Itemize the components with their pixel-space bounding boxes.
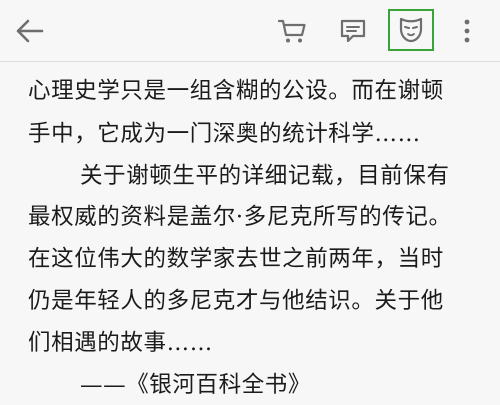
- text-line: 最权威的资料是盖尔·多尼克所写的传记。: [28, 204, 452, 230]
- text-line: 们相遇的故事……: [28, 330, 213, 356]
- reader-content: 心理史学只是一组含糊的公设。而在谢顿 手中，它成为一门深奥的统计科学…… 关于谢…: [0, 62, 500, 405]
- text-line: 手中，它成为一门深奥的统计科学……: [28, 121, 421, 147]
- comment-icon: [340, 19, 366, 43]
- text-line: ——《银河百科全书》: [80, 372, 312, 398]
- text-line: 关于谢顿生平的详细记载，目前保有: [80, 163, 450, 189]
- arrow-left-icon: [16, 19, 44, 43]
- text-line: 仍是年轻人的多尼克才与他结识。关于他: [28, 288, 444, 314]
- more-button[interactable]: [452, 14, 482, 48]
- back-button[interactable]: [12, 14, 48, 48]
- text-line: 在这位伟大的数学家去世之前两年，当时: [28, 246, 444, 272]
- comment-button[interactable]: [335, 14, 371, 48]
- more-vertical-icon: [464, 19, 470, 43]
- mask-icon: [399, 17, 423, 43]
- mask-button[interactable]: [388, 9, 434, 51]
- cart-icon: [277, 19, 306, 43]
- cart-button[interactable]: [274, 14, 310, 48]
- text-line: 心理史学只是一组含糊的公设。而在谢顿: [28, 78, 444, 104]
- top-toolbar: [0, 0, 500, 62]
